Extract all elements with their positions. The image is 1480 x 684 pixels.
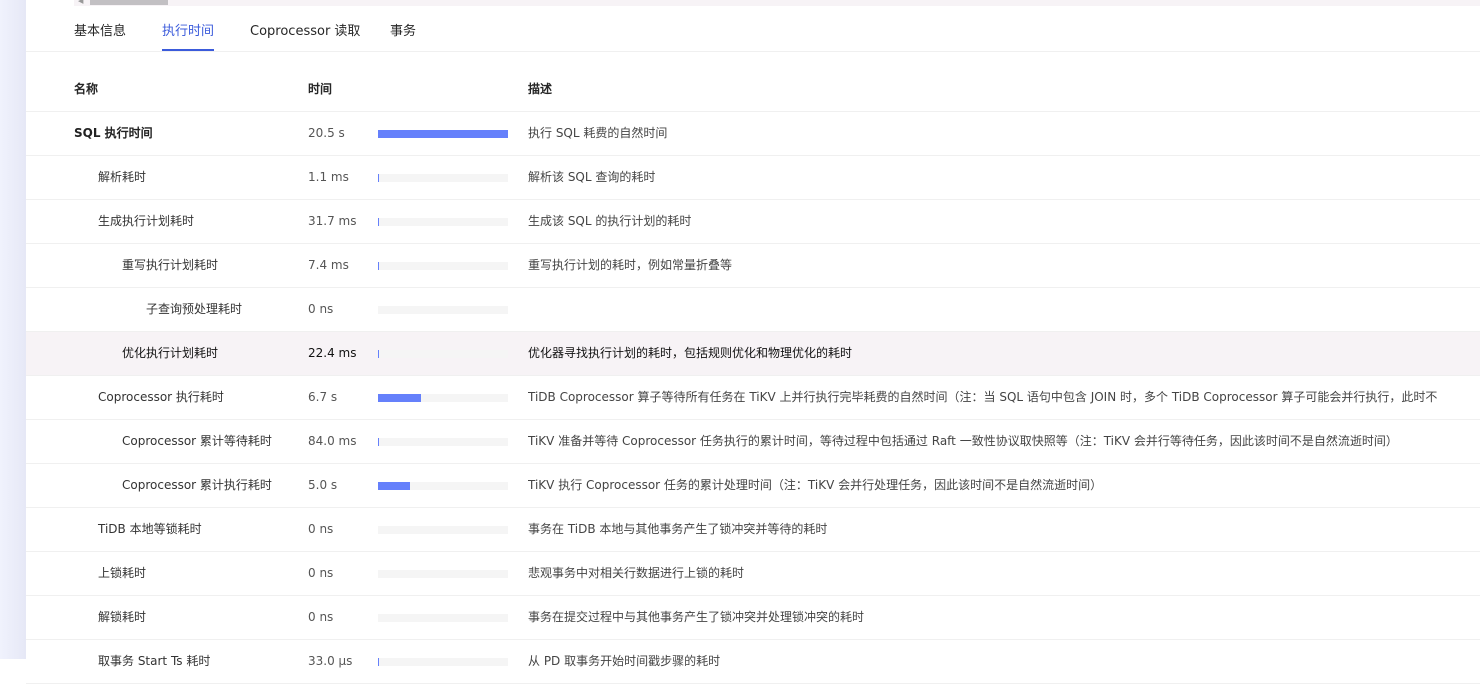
scrollbar-thumb[interactable] bbox=[90, 0, 168, 5]
execution-time-table: 名称 时间 描述 SQL 执行时间 20.5 s 执行 SQL 耗费的自然时间解析耗… bbox=[26, 67, 1480, 684]
row-description: 重写执行计划的耗时，例如常量折叠等 bbox=[528, 258, 733, 272]
row-time: 84.0 ms bbox=[308, 434, 357, 448]
column-header-name: 名称 bbox=[74, 82, 99, 96]
time-bar-track bbox=[378, 658, 508, 666]
tab-bar: 基本信息 执行时间 Coprocessor 读取 事务 bbox=[26, 6, 1480, 52]
row-name: 生成执行计划耗时 bbox=[98, 214, 195, 228]
time-bar-track bbox=[378, 482, 508, 490]
row-description: TiKV 执行 Coprocessor 任务的累计处理时间（注：TiKV 会并行… bbox=[528, 478, 1103, 492]
column-header-desc: 描述 bbox=[528, 82, 553, 96]
row-name: 优化执行计划耗时 bbox=[122, 346, 219, 360]
time-bar-track bbox=[378, 174, 508, 182]
row-time: 33.0 µs bbox=[308, 654, 353, 668]
table-row[interactable]: 生成执行计划耗时 31.7 ms 生成该 SQL 的执行计划的耗时 bbox=[26, 200, 1480, 244]
row-description: 执行 SQL 耗费的自然时间 bbox=[528, 126, 668, 140]
time-bar-fill bbox=[378, 350, 379, 358]
row-description: 生成该 SQL 的执行计划的耗时 bbox=[528, 214, 692, 228]
time-bar-track bbox=[378, 526, 508, 534]
row-time: 0 ns bbox=[308, 302, 334, 316]
row-name: 解锁耗时 bbox=[98, 610, 147, 624]
row-time: 0 ns bbox=[308, 566, 334, 580]
time-bar-fill bbox=[378, 262, 379, 270]
time-bar-fill bbox=[378, 174, 379, 182]
row-time: 0 ns bbox=[308, 610, 334, 624]
time-bar-track bbox=[378, 394, 508, 402]
scroll-left-icon[interactable]: ◀ bbox=[78, 0, 83, 5]
row-name: 解析耗时 bbox=[98, 170, 147, 184]
row-time: 20.5 s bbox=[308, 126, 345, 140]
table-row[interactable]: 解析耗时 1.1 ms 解析该 SQL 查询的耗时 bbox=[26, 156, 1480, 200]
row-time: 5.0 s bbox=[308, 478, 338, 492]
row-description: TiKV 准备并等待 Coprocessor 任务执行的累计时间，等待过程中包括… bbox=[528, 434, 1398, 448]
table-row[interactable]: Coprocessor 累计等待耗时 84.0 ms TiKV 准备并等待 Copr… bbox=[26, 420, 1480, 464]
row-name: TiDB 本地等锁耗时 bbox=[98, 522, 202, 536]
tab-execution-time[interactable]: 执行时间 bbox=[162, 20, 215, 51]
tab-basic-info[interactable]: 基本信息 bbox=[74, 20, 126, 51]
table-row[interactable]: 优化执行计划耗时 22.4 ms 优化器寻找执行计划的耗时，包括规则优化和物理优化的… bbox=[26, 332, 1480, 376]
table-row[interactable]: TiDB 本地等锁耗时 0 ns 事务在 TiDB 本地与其他事务产生了锁冲突并等待… bbox=[26, 508, 1480, 552]
row-description: TiDB Coprocessor 算子等待所有任务在 TiKV 上并行执行完毕耗… bbox=[528, 390, 1438, 404]
time-bar-track bbox=[378, 262, 508, 270]
time-bar-track bbox=[378, 218, 508, 226]
row-description: 解析该 SQL 查询的耗时 bbox=[528, 170, 656, 184]
table-row[interactable]: 子查询预处理耗时 0 ns bbox=[26, 288, 1480, 332]
time-bar-fill bbox=[378, 130, 508, 138]
row-description: 从 PD 取事务开始时间戳步骤的耗时 bbox=[528, 654, 721, 668]
row-name: 取事务 Start Ts 耗时 bbox=[98, 654, 211, 668]
row-description: 悲观事务中对相关行数据进行上锁的耗时 bbox=[528, 566, 745, 580]
row-time: 22.4 ms bbox=[308, 346, 357, 360]
row-name: Coprocessor 执行耗时 bbox=[98, 390, 224, 404]
row-name: Coprocessor 累计等待耗时 bbox=[122, 434, 272, 448]
tab-coprocessor-read[interactable]: Coprocessor 读取 bbox=[250, 20, 360, 51]
row-name: 上锁耗时 bbox=[98, 566, 147, 580]
table-row[interactable]: Coprocessor 累计执行耗时 5.0 s TiKV 执行 Coprocess… bbox=[26, 464, 1480, 508]
sidebar bbox=[0, 0, 26, 659]
table-row[interactable]: SQL 执行时间 20.5 s 执行 SQL 耗费的自然时间 bbox=[26, 112, 1480, 156]
column-header-time: 时间 bbox=[308, 82, 333, 96]
time-bar-track bbox=[378, 438, 508, 446]
table-row[interactable]: Coprocessor 执行耗时 6.7 s TiDB Coprocessor 算子… bbox=[26, 376, 1480, 420]
time-bar-fill bbox=[378, 438, 379, 446]
time-bar-track bbox=[378, 570, 508, 578]
time-bar-track bbox=[378, 350, 508, 358]
time-bar-fill bbox=[378, 394, 421, 402]
row-name: Coprocessor 累计执行耗时 bbox=[122, 478, 272, 492]
table-row[interactable]: 取事务 Start Ts 耗时 33.0 µs 从 PD 取事务开始时间戳步骤的耗时 bbox=[26, 640, 1480, 684]
tab-transaction[interactable]: 事务 bbox=[390, 20, 416, 51]
time-bar-track bbox=[378, 306, 508, 314]
row-description: 优化器寻找执行计划的耗时，包括规则优化和物理优化的耗时 bbox=[528, 346, 853, 360]
row-name: 子查询预处理耗时 bbox=[146, 302, 243, 316]
table-row[interactable]: 上锁耗时 0 ns 悲观事务中对相关行数据进行上锁的耗时 bbox=[26, 552, 1480, 596]
row-name: 重写执行计划耗时 bbox=[122, 258, 219, 272]
row-time: 0 ns bbox=[308, 522, 334, 536]
row-time: 7.4 ms bbox=[308, 258, 349, 272]
time-bar-fill bbox=[378, 658, 379, 666]
row-time: 1.1 ms bbox=[308, 170, 349, 184]
row-time: 31.7 ms bbox=[308, 214, 357, 228]
row-name: SQL 执行时间 bbox=[74, 126, 153, 140]
time-bar-fill bbox=[378, 482, 410, 490]
time-bar-track bbox=[378, 130, 508, 138]
time-bar-fill bbox=[378, 218, 379, 226]
row-description: 事务在 TiDB 本地与其他事务产生了锁冲突并等待的耗时 bbox=[528, 522, 828, 536]
table-row[interactable]: 重写执行计划耗时 7.4 ms 重写执行计划的耗时，例如常量折叠等 bbox=[26, 244, 1480, 288]
table-header: 名称 时间 描述 bbox=[26, 67, 1480, 112]
table-row[interactable]: 解锁耗时 0 ns 事务在提交过程中与其他事务产生了锁冲突并处理锁冲突的耗时 bbox=[26, 596, 1480, 640]
time-bar-track bbox=[378, 614, 508, 622]
row-time: 6.7 s bbox=[308, 390, 338, 404]
row-description: 事务在提交过程中与其他事务产生了锁冲突并处理锁冲突的耗时 bbox=[528, 610, 865, 624]
